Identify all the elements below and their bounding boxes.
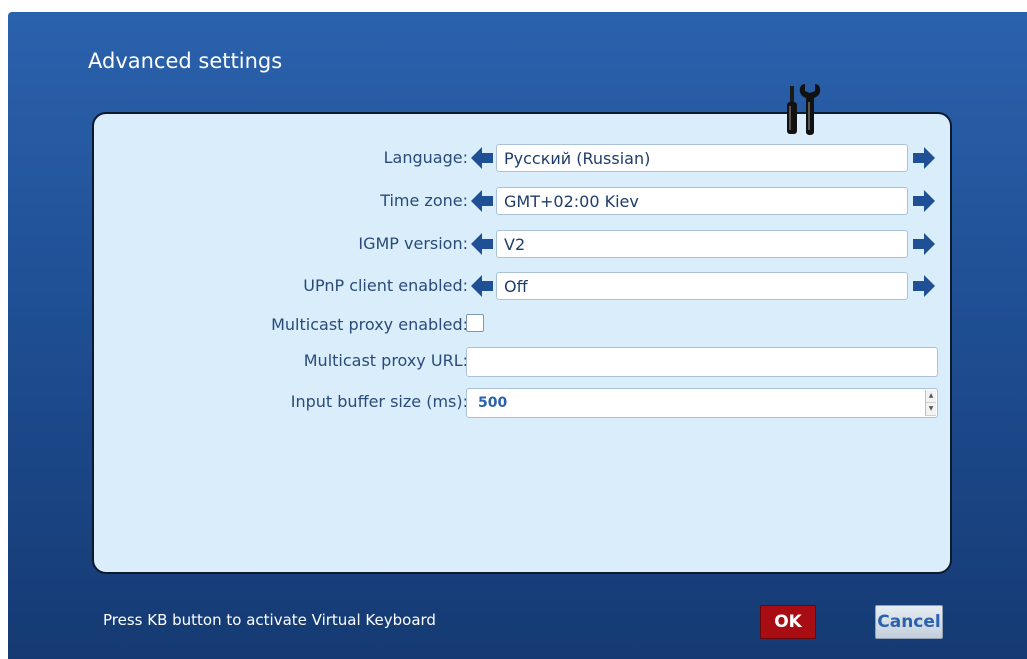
tools-icon <box>787 84 821 135</box>
arrow-right-icon[interactable] <box>912 189 936 213</box>
setting-row-language: Language: Русский (Russian) <box>94 143 954 173</box>
settings-panel: Language: Русский (Russian) Time zone: G… <box>92 112 952 574</box>
input-buffer-size-label: Input buffer size (ms): <box>290 392 468 411</box>
input-buffer-size-value: 500 <box>478 395 508 411</box>
setting-row-input-buffer-size: Input buffer size (ms): 500 ▲ ▼ <box>94 387 954 418</box>
upnp-client-label: UPnP client enabled: <box>303 276 468 295</box>
arrow-left-icon[interactable] <box>470 146 494 170</box>
language-select[interactable]: Русский (Russian) <box>496 144 908 172</box>
page-title: Advanced settings <box>88 49 283 73</box>
igmp-version-label: IGMP version: <box>358 234 468 253</box>
multicast-proxy-url-label: Multicast proxy URL: <box>303 351 468 370</box>
upnp-client-select[interactable]: Off <box>496 272 908 300</box>
igmp-version-select[interactable]: V2 <box>496 230 908 258</box>
settings-screen: Advanced settings Language: Русский (Rus… <box>8 12 1027 659</box>
arrow-right-icon[interactable] <box>912 146 936 170</box>
arrow-left-icon[interactable] <box>470 232 494 256</box>
arrow-right-icon[interactable] <box>912 232 936 256</box>
time-zone-label: Time zone: <box>380 191 468 210</box>
arrow-right-icon[interactable] <box>912 274 936 298</box>
ok-button[interactable]: OK <box>760 605 816 639</box>
setting-row-multicast-proxy-enabled: Multicast proxy enabled: <box>94 310 954 340</box>
multicast-proxy-url-input[interactable] <box>466 347 938 377</box>
setting-row-time-zone: Time zone: GMT+02:00 Kiev <box>94 186 954 216</box>
language-label: Language: <box>383 148 468 167</box>
multicast-proxy-enabled-label: Multicast proxy enabled: <box>271 315 468 334</box>
input-buffer-size-input[interactable]: 500 ▲ ▼ <box>466 388 938 418</box>
spinner-down-icon[interactable]: ▼ <box>926 403 936 416</box>
arrow-left-icon[interactable] <box>470 274 494 298</box>
cancel-button[interactable]: Cancel <box>875 605 943 639</box>
setting-row-multicast-proxy-url: Multicast proxy URL: <box>94 346 954 377</box>
time-zone-select[interactable]: GMT+02:00 Kiev <box>496 187 908 215</box>
spinner-up-icon[interactable]: ▲ <box>926 390 936 403</box>
setting-row-igmp-version: IGMP version: V2 <box>94 229 954 259</box>
setting-row-upnp-client: UPnP client enabled: Off <box>94 271 954 301</box>
buffer-size-spinner: ▲ ▼ <box>925 390 936 416</box>
arrow-left-icon[interactable] <box>470 189 494 213</box>
multicast-proxy-enabled-checkbox[interactable] <box>466 314 484 332</box>
virtual-keyboard-hint: Press KB button to activate Virtual Keyb… <box>103 611 436 629</box>
